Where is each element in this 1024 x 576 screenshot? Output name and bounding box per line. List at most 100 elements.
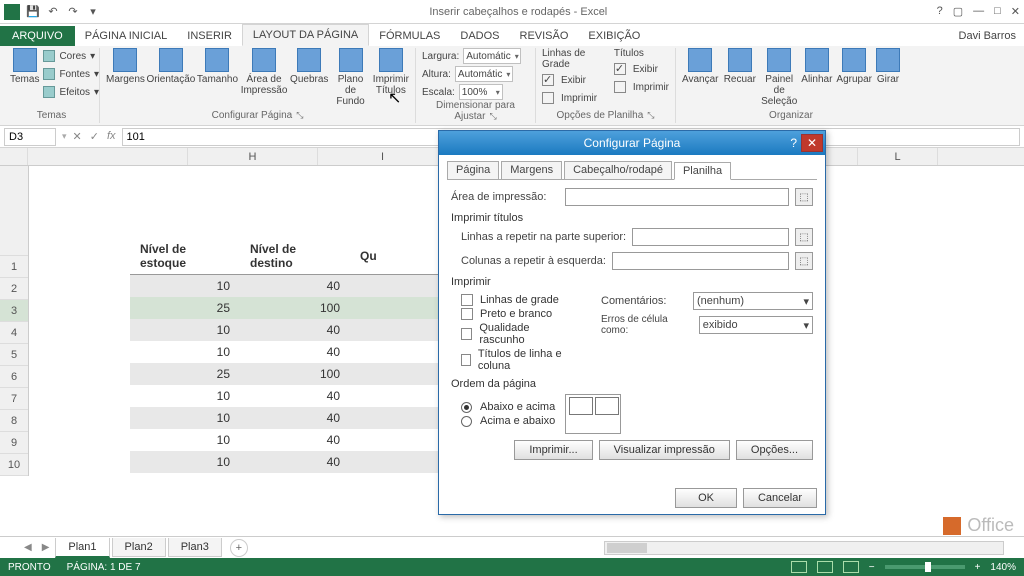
page-setup-dialog: Configurar Página ? ✕ Página Margens Cab…	[438, 130, 826, 515]
sheet-tab-1[interactable]: Plan1	[55, 538, 109, 558]
print-area-picker-icon[interactable]: ⬚	[795, 188, 813, 206]
minimize-icon[interactable]: —	[973, 5, 984, 18]
themes-button[interactable]: Temas	[10, 48, 39, 85]
close-icon[interactable]: ✕	[1011, 5, 1020, 18]
cancel-button[interactable]: Cancelar	[743, 488, 817, 508]
accept-formula-icon[interactable]: ✓	[90, 130, 99, 143]
print-titles-button[interactable]: Imprimir Títulos	[373, 48, 409, 96]
background-button[interactable]: Plano de Fundo	[332, 48, 368, 107]
tab-review[interactable]: REVISÃO	[510, 26, 579, 46]
sheet-nav-prev-icon[interactable]: ◀	[20, 542, 36, 553]
ribbon-collapse-icon[interactable]: ▢	[953, 5, 963, 18]
tab-margins[interactable]: Margens	[501, 161, 562, 179]
group-button[interactable]: Agrupar	[836, 48, 872, 85]
save-icon[interactable]: 💾	[26, 5, 40, 19]
dialog-help-icon[interactable]: ?	[790, 136, 797, 150]
tab-data[interactable]: DADOS	[450, 26, 509, 46]
qat-dropdown-icon[interactable]: ▾	[86, 5, 100, 19]
tab-page[interactable]: Página	[447, 161, 499, 179]
fx-icon[interactable]: fx	[107, 130, 116, 143]
undo-icon[interactable]: ↶	[46, 5, 60, 19]
order-down-over-radio[interactable]: Abaixo e acima	[461, 401, 555, 413]
ok-button[interactable]: OK	[675, 488, 737, 508]
redo-icon[interactable]: ↷	[66, 5, 80, 19]
page-setup-launcher-icon[interactable]: ⤡	[296, 110, 303, 120]
dialog-close-icon[interactable]: ✕	[801, 134, 823, 152]
align-button[interactable]: Alinhar	[801, 48, 832, 85]
page-break-view-icon[interactable]	[843, 561, 859, 573]
print-button[interactable]: Imprimir...	[514, 440, 592, 460]
scale-launcher-icon[interactable]: ⤡	[489, 111, 496, 121]
tab-sheet[interactable]: Planilha	[674, 162, 731, 180]
print-area-button[interactable]: Área de Impressão	[242, 48, 286, 96]
fonts-button[interactable]: Fontes ▾	[43, 66, 99, 82]
row-headers[interactable]: 123 456 78910	[0, 166, 29, 476]
help-icon[interactable]: ?	[937, 5, 943, 18]
zoom-out-icon[interactable]: −	[869, 562, 875, 573]
zoom-level[interactable]: 140%	[990, 562, 1016, 573]
tab-header-footer[interactable]: Cabeçalho/rodapé	[564, 161, 672, 179]
tab-home[interactable]: PÁGINA INICIAL	[75, 26, 178, 46]
bring-forward-button[interactable]: Avançar	[682, 48, 719, 85]
row-col-headers-checkbox[interactable]: Títulos de linha e coluna	[461, 348, 571, 372]
titlebar: 💾 ↶ ↷ ▾ Inserir cabeçalhos e rodapés - E…	[0, 0, 1024, 24]
sheet-nav-next-icon[interactable]: ▶	[38, 542, 54, 553]
draft-quality-checkbox[interactable]: Qualidade rascunho	[461, 322, 571, 346]
black-white-checkbox[interactable]: Preto e branco	[461, 308, 571, 320]
rotate-button[interactable]: Girar	[876, 48, 900, 85]
horizontal-scrollbar[interactable]	[604, 541, 1004, 555]
col-header-h[interactable]: H	[188, 148, 318, 165]
margins-button[interactable]: Margens	[106, 48, 145, 85]
scale-spinner[interactable]: 100%▾	[459, 84, 503, 100]
cols-left-input[interactable]	[612, 252, 789, 270]
zoom-slider[interactable]	[885, 565, 965, 569]
gridlines-checkbox[interactable]: Linhas de grade	[461, 294, 571, 306]
tab-page-layout[interactable]: LAYOUT DA PÁGINA	[242, 24, 369, 46]
sheet-tab-3[interactable]: Plan3	[168, 538, 222, 557]
tab-file[interactable]: ARQUIVO	[0, 26, 75, 46]
user-name[interactable]: Davi Barros	[951, 26, 1024, 46]
sheet-tab-2[interactable]: Plan2	[112, 538, 166, 557]
scale-width-dropdown[interactable]: Automátic▾	[463, 48, 521, 64]
cols-left-picker-icon[interactable]: ⬚	[795, 252, 813, 270]
size-button[interactable]: Tamanho	[197, 48, 238, 85]
titles-print-checkbox[interactable]: Imprimir	[614, 79, 669, 95]
selection-pane-button[interactable]: Painel de Seleção	[761, 48, 797, 107]
add-sheet-icon[interactable]: +	[230, 539, 248, 557]
tab-formulas[interactable]: FÓRMULAS	[369, 26, 450, 46]
options-button[interactable]: Opções...	[736, 440, 813, 460]
rows-top-picker-icon[interactable]: ⬚	[795, 228, 813, 246]
status-page: PÁGINA: 1 DE 7	[67, 562, 141, 573]
print-area-input[interactable]	[565, 188, 789, 206]
send-backward-button[interactable]: Recuar	[723, 48, 758, 85]
scale-height-dropdown[interactable]: Automátic▾	[455, 66, 513, 82]
print-area-label: Área de impressão:	[451, 191, 559, 203]
preview-button[interactable]: Visualizar impressão	[599, 440, 730, 460]
order-over-down-radio[interactable]: Acima e abaixo	[461, 415, 555, 427]
colors-button[interactable]: Cores ▾	[43, 48, 99, 64]
zoom-in-icon[interactable]: +	[975, 562, 981, 573]
rows-top-input[interactable]	[632, 228, 789, 246]
col-header-i[interactable]: I	[318, 148, 448, 165]
tab-insert[interactable]: INSERIR	[177, 26, 242, 46]
sheet-options-launcher-icon[interactable]: ⤡	[647, 110, 654, 120]
sheet-tab-bar: ◀ ▶ Plan1 Plan2 Plan3 +	[0, 536, 1024, 558]
titles-view-checkbox[interactable]: Exibir	[614, 61, 669, 77]
bring-forward-icon	[688, 48, 712, 72]
tab-view[interactable]: EXIBIÇÃO	[578, 26, 650, 46]
breaks-button[interactable]: Quebras	[290, 48, 328, 85]
cancel-formula-icon[interactable]: ✕	[73, 130, 82, 143]
print-titles-section: Imprimir títulos	[451, 212, 813, 224]
gridlines-print-checkbox[interactable]: Imprimir	[542, 90, 602, 106]
col-header-l[interactable]: L	[858, 148, 938, 165]
normal-view-icon[interactable]	[791, 561, 807, 573]
maximize-icon[interactable]: □	[994, 5, 1001, 18]
dialog-titlebar[interactable]: Configurar Página ? ✕	[439, 131, 825, 155]
effects-button[interactable]: Efeitos ▾	[43, 84, 99, 100]
page-layout-view-icon[interactable]	[817, 561, 833, 573]
gridlines-view-checkbox[interactable]: Exibir	[542, 72, 602, 88]
comments-dropdown[interactable]: (nenhum)▾	[693, 292, 813, 310]
orientation-button[interactable]: Orientação	[149, 48, 193, 85]
name-box[interactable]	[4, 128, 56, 146]
errors-dropdown[interactable]: exibido▾	[699, 316, 813, 334]
